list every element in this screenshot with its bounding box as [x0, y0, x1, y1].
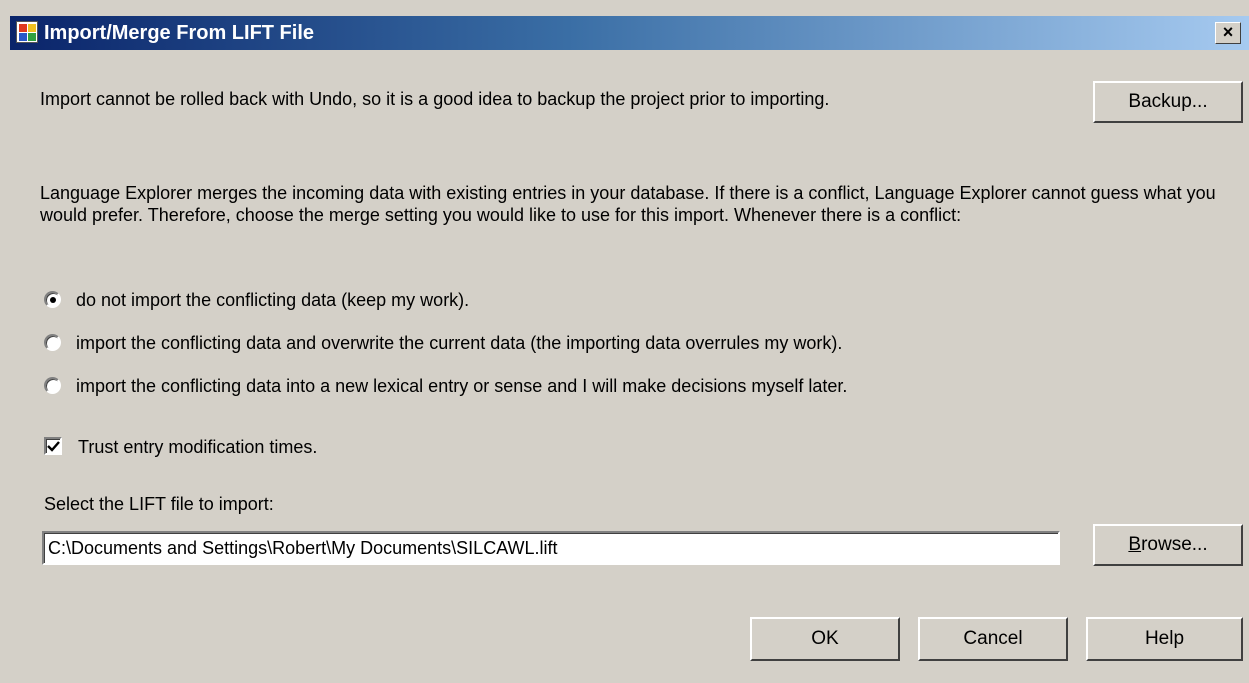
ok-button[interactable]: OK — [750, 617, 900, 661]
backup-button[interactable]: Backup... — [1093, 81, 1243, 123]
checkmark-icon — [47, 441, 60, 452]
file-select-label: Select the LIFT file to import: — [44, 494, 274, 514]
app-icon — [16, 21, 38, 43]
radio-keep-my-work[interactable] — [44, 291, 61, 308]
radio-keep-my-work-label[interactable]: do not import the conflicting data (keep… — [76, 289, 469, 311]
browse-label: Browse... — [1128, 534, 1208, 555]
radio-new-entry-label[interactable]: import the conflicting data into a new l… — [76, 375, 847, 397]
help-button[interactable]: Help — [1086, 617, 1243, 661]
title-bar[interactable]: Import/Merge From LIFT File × — [10, 16, 1249, 50]
radio-overwrite[interactable] — [44, 334, 61, 351]
window-title: Import/Merge From LIFT File — [44, 22, 315, 44]
backup-message: Import cannot be rolled back with Undo, … — [40, 89, 830, 109]
trust-times-label[interactable]: Trust entry modification times. — [78, 436, 317, 458]
radio-new-entry[interactable] — [44, 377, 61, 394]
radio-overwrite-label[interactable]: import the conflicting data and overwrit… — [76, 332, 842, 354]
import-merge-dialog: Import/Merge From LIFT File × Import can… — [0, 0, 1249, 683]
merge-description: Language Explorer merges the incoming da… — [40, 183, 1216, 225]
close-button[interactable]: × — [1215, 22, 1241, 44]
close-icon: × — [1222, 22, 1234, 42]
browse-button[interactable]: Browse... — [1093, 524, 1243, 566]
cancel-button[interactable]: Cancel — [918, 617, 1068, 661]
file-path-input[interactable] — [42, 531, 1060, 565]
radio-selected-dot — [50, 297, 56, 303]
trust-times-checkbox[interactable] — [44, 437, 62, 455]
